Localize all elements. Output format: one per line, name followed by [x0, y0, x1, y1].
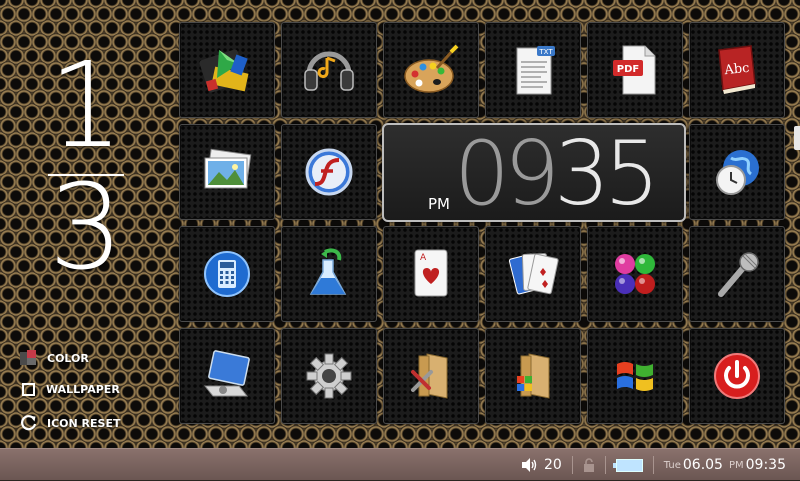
app-power[interactable] [689, 328, 785, 424]
power-icon [714, 353, 760, 399]
color-button[interactable]: COLOR [20, 348, 89, 368]
battery-icon[interactable] [612, 458, 643, 472]
wallpaper-icon [22, 382, 35, 396]
flash-player-icon [305, 148, 353, 196]
lock-icon[interactable] [583, 458, 595, 472]
tools-folder-icon [411, 353, 448, 399]
taskbar-ampm: PM [728, 459, 744, 471]
svg-text:PDF: PDF [617, 64, 639, 75]
tray-separator [571, 456, 573, 474]
app-card-game[interactable] [485, 226, 581, 322]
svg-text:Abc: Abc [723, 61, 750, 79]
app-pdf-viewer[interactable]: PDF [587, 22, 683, 118]
paint-palette-icon [404, 44, 459, 93]
status-tray: 20 Tue 06.05 PM 09:35 [520, 449, 786, 481]
app-tools-folder[interactable] [383, 328, 479, 424]
gear-icon [306, 353, 352, 399]
desktop: 1 3 COLOR WALLPAPER ICON RESET TXT PDF A… [0, 0, 800, 448]
taskbar-day: Tue [663, 459, 681, 471]
color-palette-icon [20, 349, 38, 367]
wallpaper-label: WALLPAPER [46, 382, 120, 396]
app-system-properties[interactable] [179, 328, 275, 424]
clock-widget[interactable]: PM 0935 [382, 122, 686, 225]
microphone-icon [718, 252, 759, 297]
app-windows[interactable] [587, 328, 683, 424]
app-world-clock[interactable] [689, 124, 785, 220]
flask-icon [309, 248, 347, 295]
playing-cards-icon [508, 253, 559, 295]
wallpaper-button[interactable]: WALLPAPER [20, 379, 120, 399]
headphones-icon [304, 51, 354, 91]
app-music[interactable] [281, 22, 377, 118]
windows-folder-icon [517, 353, 550, 399]
pdf-file-icon: PDF [613, 45, 656, 95]
color-label: COLOR [47, 351, 89, 365]
taskbar-date: 06.05 [682, 457, 723, 473]
windows-logo-icon [617, 362, 653, 391]
app-windows-folder[interactable] [485, 328, 581, 424]
svg-text:TXT: TXT [538, 48, 553, 56]
clock-time: 0935 [454, 122, 660, 225]
world-clock-icon [716, 150, 759, 195]
app-dictionary[interactable]: Abc [689, 22, 785, 118]
tray-separator [652, 456, 654, 474]
photos-icon [204, 148, 252, 189]
refresh-icon [21, 415, 37, 431]
app-photo-viewer[interactable] [179, 124, 275, 220]
app-paint[interactable] [383, 22, 479, 118]
tray-separator [604, 456, 606, 474]
app-flash-player[interactable] [281, 124, 377, 220]
media-player-icon [199, 49, 249, 93]
app-media-player[interactable] [179, 22, 275, 118]
next-page-handle[interactable] [794, 126, 800, 150]
volume-icon[interactable] [520, 457, 538, 473]
icon-reset-button[interactable]: ICON RESET [20, 413, 120, 433]
volume-level: 20 [543, 457, 562, 473]
text-file-icon: TXT [516, 46, 555, 95]
svg-text:A: A [420, 253, 427, 263]
current-page-number: 1 [48, 36, 124, 174]
calculator-icon [204, 251, 250, 297]
colored-balls-icon [615, 254, 655, 294]
app-solitaire[interactable]: A [383, 226, 479, 322]
clock-minutes: 35 [553, 122, 660, 225]
system-properties-icon [203, 350, 250, 397]
app-settings[interactable] [281, 328, 377, 424]
total-pages-number: 3 [48, 158, 124, 296]
app-ball-game[interactable] [587, 226, 683, 322]
clock-hours: 09 [454, 122, 560, 225]
app-science[interactable] [281, 226, 377, 322]
taskbar-time: 09:35 [745, 457, 786, 473]
app-microphone[interactable] [689, 226, 785, 322]
ace-of-hearts-icon: A [414, 249, 448, 297]
taskbar: 20 Tue 06.05 PM 09:35 [0, 448, 800, 480]
clock-ampm: PM [428, 195, 450, 213]
dictionary-book-icon: Abc [718, 45, 756, 94]
app-text-viewer[interactable]: TXT [485, 22, 581, 118]
page-indicator: 1 3 [40, 36, 132, 286]
app-calculator[interactable] [179, 226, 275, 322]
icon-reset-label: ICON RESET [47, 416, 121, 430]
